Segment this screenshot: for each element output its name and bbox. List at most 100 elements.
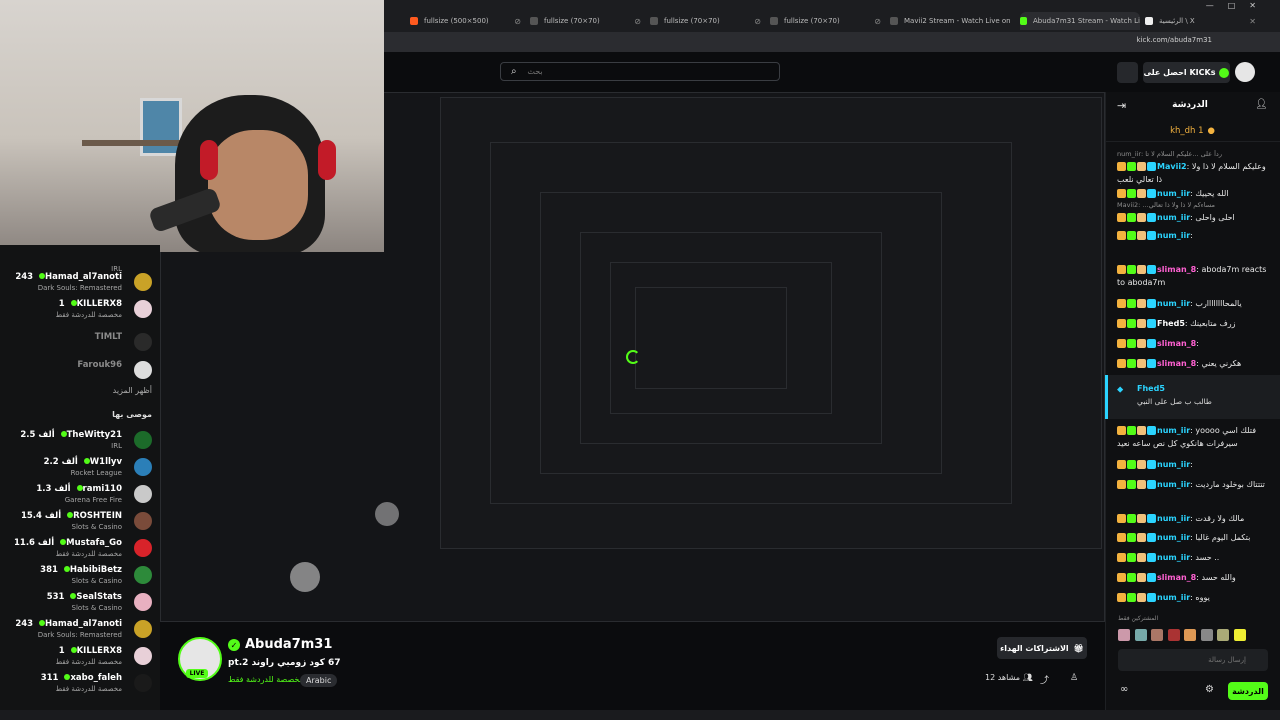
chat-username[interactable]: num_iir <box>1157 460 1190 469</box>
badge-icon <box>1147 514 1156 523</box>
chat-message[interactable]: num_iir: حسد .. <box>1117 551 1273 564</box>
language-tag[interactable]: Arabic <box>300 673 338 687</box>
pinned-gift[interactable]: kh_dh 1 ● <box>1105 121 1280 142</box>
gift-subs-button[interactable]: الاشتراكات الهداء 🎁︎ <box>997 637 1087 659</box>
chat-users-icon[interactable]: 👤︎ <box>1255 99 1268 110</box>
share-icon[interactable]: ⤴ <box>1040 673 1049 686</box>
sidebar-channel[interactable]: 15.4 ألف ROSHTEIN Slots & Casino <box>10 510 152 536</box>
browser-tab[interactable]: الرئيسية \ X ✕ <box>1145 12 1260 30</box>
browser-tab-active[interactable]: Abuda7m31 Stream - Watch Li <box>1020 12 1140 30</box>
chat-username[interactable]: sliman_8 <box>1157 265 1196 274</box>
emote-icon[interactable] <box>1233 629 1246 641</box>
stream-category-link[interactable]: مخصصة للدردشة فقط <box>228 675 304 684</box>
chat-username[interactable]: sliman_8 <box>1157 573 1196 582</box>
tab-close-icon[interactable]: ⊘ <box>754 17 761 26</box>
emote-row[interactable] <box>1118 628 1268 642</box>
sidebar-channel[interactable]: 2.5 ألف TheWitty21 IRL <box>10 429 152 455</box>
search-box[interactable]: ⌕ <box>500 62 780 81</box>
sidebar-channel[interactable]: 243 Hamad_al7anoti Dark Souls: Remastered <box>10 618 152 644</box>
emote-icon[interactable] <box>1217 629 1229 641</box>
chat-message[interactable]: sliman_8: aboda7m reacts to aboda7m <box>1117 263 1273 289</box>
chat-message[interactable]: num_iir: yoooo فتلك اسي سيرفرات هانكوي ك… <box>1117 424 1273 450</box>
chat-message[interactable]: num_iir: احلى واحلى <box>1117 211 1273 224</box>
badge-icon <box>1137 189 1146 198</box>
reply-context[interactable]: num_iir: رداً على ...عليكم السلام لا تا <box>1117 150 1273 158</box>
tab-close-icon[interactable]: ⊘ <box>514 17 521 26</box>
chat-message[interactable]: num_iir: تتتتاك بوخلود مارديت <box>1117 478 1273 491</box>
chat-message[interactable]: sliman_8: هكرني يعني <box>1117 357 1273 370</box>
chat-message[interactable]: sliman_8: <box>1117 337 1273 350</box>
chat-message[interactable]: num_iir: <box>1117 458 1273 471</box>
window-controls[interactable]: —□✕ <box>1206 1 1270 10</box>
chat-username[interactable]: num_iir <box>1157 480 1190 489</box>
browser-tab[interactable]: fullsize (70×70) ⊘ <box>770 12 885 30</box>
tab-close-icon[interactable]: ✕ <box>1249 17 1256 26</box>
sidebar-channel[interactable]: 243 Hamad_al7anoti Dark Souls: Remastere… <box>10 271 152 297</box>
chat-send-button[interactable]: الدردشة <box>1228 682 1268 700</box>
chat-username[interactable]: num_iir <box>1157 426 1190 435</box>
sidebar-channel[interactable]: 11.6 ألف Mustafa_Go مخصصة للدردشة فقط <box>10 537 152 563</box>
chat-username[interactable]: num_iir <box>1157 533 1190 542</box>
emote-icon[interactable] <box>1134 629 1147 641</box>
sidebar-channel-offline[interactable]: TIMLT <box>10 331 152 357</box>
browser-tab[interactable]: fullsize (70×70) ⊘ <box>650 12 765 30</box>
chat-message[interactable]: num_iir: مالك ولا رقدت <box>1117 512 1273 525</box>
sidebar-channel[interactable]: 1 KILLERX8 مخصصة للدردشة فقط <box>10 645 152 671</box>
chat-username[interactable]: num_iir <box>1157 514 1190 523</box>
chat-username[interactable]: Fhed5 <box>1157 319 1185 328</box>
sidebar-channel[interactable]: 1 KILLERX8 مخصصة للدردشة فقط <box>10 298 152 324</box>
sidebar-channel[interactable]: 381 HabibiBetz Slots & Casino <box>10 564 152 590</box>
show-more-link[interactable]: أظهر المزيد <box>113 386 152 395</box>
browser-tab[interactable]: fullsize (500×500) ⊘ <box>410 12 525 30</box>
chat-message[interactable]: num_iir: يالمحاااااااارب <box>1117 297 1273 310</box>
chat-input[interactable] <box>1118 649 1268 671</box>
collapse-chat-icon[interactable]: ⇥ <box>1117 99 1126 112</box>
chat-message[interactable]: num_iir: بتكمل اليوم غالبا <box>1117 531 1273 544</box>
tab-close-icon[interactable]: ⊘ <box>634 17 641 26</box>
follow-icon[interactable]: ♙ <box>1070 673 1078 683</box>
tab-close-icon[interactable]: ⊘ <box>874 17 881 26</box>
chat-input-box[interactable] <box>1118 649 1268 671</box>
sidebar-channel-offline[interactable]: Farouk96 <box>10 359 152 385</box>
chat-message[interactable]: num_iir: يووه <box>1117 591 1273 604</box>
chat-username[interactable]: num_iir <box>1157 553 1190 562</box>
search-input[interactable] <box>520 66 545 77</box>
emote-icon[interactable] <box>1184 629 1196 641</box>
kicks-coin-icon <box>1219 67 1230 78</box>
sidebar-channel[interactable]: 531 SealStats Slots & Casino <box>10 591 152 617</box>
chat-username[interactable]: num_iir <box>1157 189 1190 198</box>
chat-username[interactable]: num_iir <box>1157 299 1190 308</box>
chat-infinity-icon[interactable]: ∞ <box>1120 684 1128 695</box>
emote-icon[interactable] <box>1151 629 1163 641</box>
browser-tab[interactable]: fullsize (70×70) ⊘ <box>530 12 645 30</box>
chat-message[interactable]: sliman_8: والله حسد <box>1117 571 1273 584</box>
chat-message[interactable]: num_iir: الله يحييك <box>1117 187 1273 200</box>
reply-context[interactable]: Mavii2: ...مساءكم لا ذا ولا ذا تعالي <box>1117 201 1273 209</box>
emote-icon[interactable] <box>1167 629 1180 641</box>
sidebar-channel[interactable]: 2.2 ألف W1llyv Rocket League <box>10 456 152 482</box>
avatar[interactable] <box>1235 62 1255 82</box>
badge-icon <box>1127 480 1136 489</box>
chat-username[interactable]: num_iir <box>1157 593 1190 602</box>
chat-username[interactable]: sliman_8 <box>1157 339 1196 348</box>
chat-message[interactable]: num_iir: <box>1117 229 1273 242</box>
emote-icon[interactable] <box>1118 629 1130 641</box>
browser-tab[interactable]: Mavii2 Stream - Watch Live on <box>890 12 1015 30</box>
chat-username[interactable]: sliman_8 <box>1157 359 1196 368</box>
chat-username[interactable]: num_iir <box>1157 231 1190 240</box>
emote-icon[interactable] <box>1200 629 1213 641</box>
get-kicks-button[interactable]: احصل على KICKs <box>1143 62 1230 83</box>
chat-username[interactable]: Mavii2 <box>1157 162 1187 171</box>
badge-icon <box>1137 299 1146 308</box>
streamer-name[interactable]: Abuda7m31 <box>245 637 332 652</box>
sidebar-channel[interactable]: 1.3 ألف rami110 Garena Free Fire <box>10 483 152 509</box>
viewer-count: 12 مشاهد 👥︎ <box>985 673 1033 682</box>
grid-icon[interactable] <box>1117 62 1138 83</box>
chat-message[interactable]: Fhed5: زرف متابعينك <box>1117 317 1273 330</box>
chat-message[interactable]: Mavii2: وعليكم السلام لا ذا ولا ذا تعالي… <box>1117 160 1273 186</box>
url-text[interactable]: kick.com/abuda7m31 <box>1136 36 1212 44</box>
settings-icon[interactable]: ⚙ <box>1205 684 1214 695</box>
chat-username[interactable]: num_iir <box>1157 213 1190 222</box>
sidebar-channel[interactable]: 311 xabo_faleh مخصصة للدردشة فقط <box>10 672 152 698</box>
highlight-username[interactable]: Fhed5 <box>1137 384 1165 393</box>
